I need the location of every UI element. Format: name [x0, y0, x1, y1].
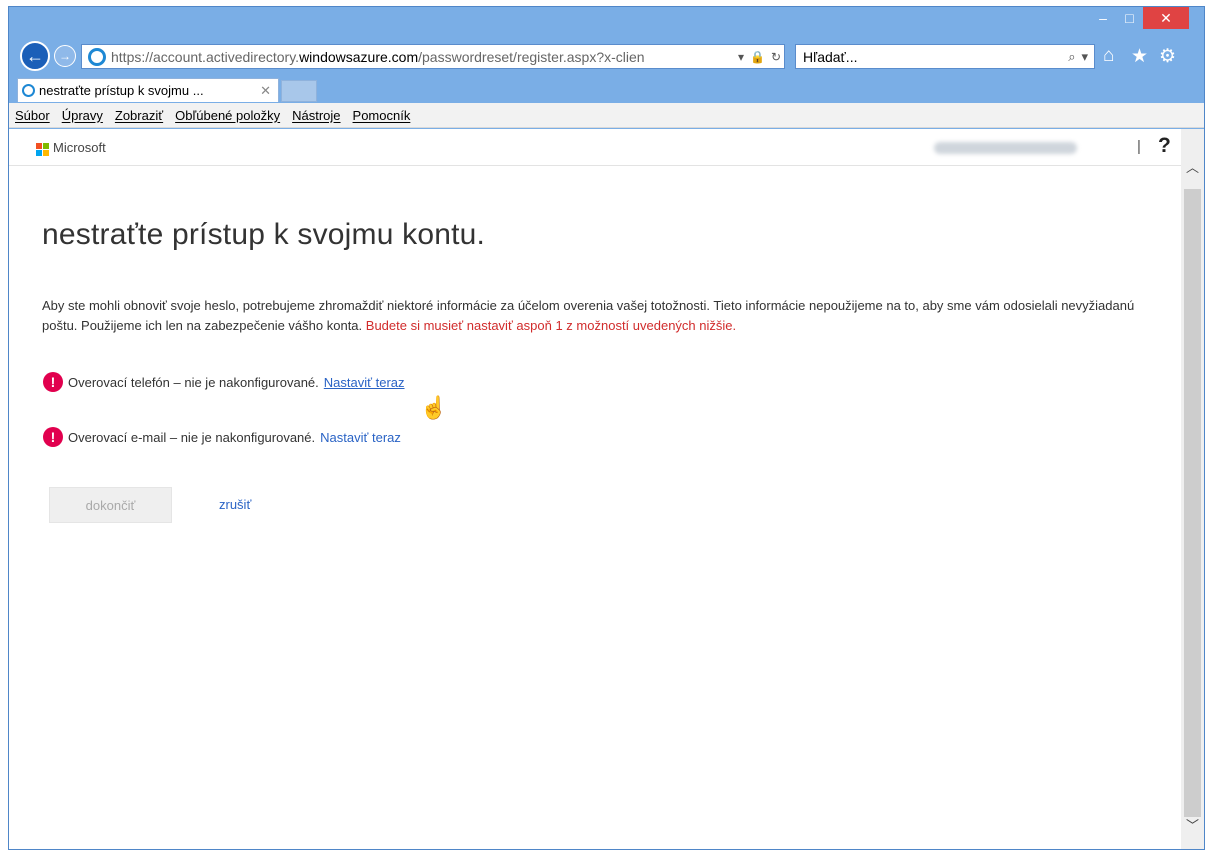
header-separator: | — [1137, 138, 1141, 155]
search-dropdown-icon[interactable]: ▾ — [1081, 49, 1094, 65]
microsoft-logo-icon — [36, 143, 49, 156]
browser-window: – □ ✕ ← → https://account.activedirector… — [8, 6, 1205, 850]
setup-email-link[interactable]: Nastaviť teraz — [320, 430, 401, 445]
verification-phone-row: ! Overovací telefón – nie je nakonfiguro… — [43, 372, 405, 392]
menu-item-help[interactable]: Pomocník — [347, 108, 417, 123]
warning-text: Budete si musieť nastaviť aspoň 1 z možn… — [365, 318, 737, 333]
alert-exclamation-icon: ! — [43, 372, 63, 392]
tab-title: nestraťte prístup k svojmu ... — [39, 83, 204, 98]
help-icon[interactable]: ? — [1158, 134, 1171, 158]
page-viewport: Microsoft | ? nestraťte prístup k svojmu… — [9, 129, 1204, 849]
close-tab-icon[interactable]: ✕ — [260, 83, 278, 99]
back-button[interactable]: ← — [20, 41, 50, 71]
minimize-button[interactable]: – — [1090, 7, 1116, 29]
maximize-button[interactable]: □ — [1116, 7, 1143, 29]
arrow-right-icon: → — [59, 49, 71, 63]
internet-explorer-icon — [88, 47, 106, 66]
scroll-up-arrow-icon[interactable]: ︿ — [1181, 157, 1204, 175]
menu-item-edit[interactable]: Úpravy — [56, 108, 109, 123]
alert-exclamation-icon: ! — [43, 427, 63, 447]
address-bar[interactable]: https://account.activedirectory.windowsa… — [81, 44, 785, 69]
menu-item-view[interactable]: Zobraziť — [109, 108, 169, 123]
browser-tab[interactable]: nestraťte prístup k svojmu ... ✕ — [17, 78, 279, 102]
address-dropdown-icon[interactable]: ▾ — [735, 50, 747, 64]
search-icon[interactable]: ⌕ — [1068, 49, 1081, 65]
desktop-background: – □ ✕ ← → https://account.activedirector… — [0, 0, 1209, 853]
scrollbar-thumb[interactable] — [1184, 189, 1201, 817]
forward-button[interactable]: → — [54, 45, 76, 67]
scroll-down-arrow-icon[interactable]: ﹀ — [1181, 815, 1204, 833]
cancel-link[interactable]: zrušiť — [219, 497, 251, 512]
setup-phone-link[interactable]: Nastaviť teraz — [324, 375, 405, 390]
menu-item-favorites[interactable]: Obľúbené položky — [169, 108, 286, 123]
lock-icon[interactable]: 🔒 — [747, 50, 768, 64]
arrow-left-icon: ← — [26, 45, 44, 66]
home-icon[interactable]: ⌂ — [1103, 45, 1114, 67]
user-email-redacted[interactable] — [934, 142, 1077, 154]
page-title: nestraťte prístup k svojmu kontu. — [42, 218, 486, 251]
finish-button[interactable]: dokončiť — [49, 487, 172, 523]
address-url[interactable]: https://account.activedirectory.windowsa… — [111, 49, 735, 65]
hand-cursor-icon: ☝ — [420, 395, 448, 420]
menu-item-tools[interactable]: Nástroje — [286, 108, 346, 123]
internet-explorer-icon — [22, 84, 35, 97]
verification-phone-status: Overovací telefón – nie je nakonfigurova… — [68, 374, 319, 390]
menu-bar: Súbor Úpravy Zobraziť Obľúbené položky N… — [9, 103, 1204, 128]
favorites-star-icon[interactable]: ★ — [1131, 45, 1148, 68]
microsoft-header: Microsoft | ? — [9, 129, 1181, 166]
vertical-scrollbar[interactable]: ︿ ﹀ — [1181, 129, 1204, 849]
microsoft-brand: Microsoft — [53, 140, 106, 155]
verification-email-row: ! Overovací e-mail – nie je nakonfigurov… — [43, 427, 401, 447]
tools-gear-icon[interactable]: ⚙ — [1159, 45, 1176, 68]
search-box[interactable]: Hľadať... ⌕ ▾ — [795, 44, 1095, 69]
new-tab-button[interactable] — [281, 80, 317, 102]
description-text: Aby ste mohli obnoviť svoje heslo, potre… — [42, 298, 1135, 333]
verification-email-status: Overovací e-mail – nie je nakonfigurovan… — [68, 429, 316, 445]
search-input[interactable]: Hľadať... — [803, 49, 1068, 65]
close-window-button[interactable]: ✕ — [1143, 7, 1189, 29]
refresh-icon[interactable]: ↻ — [768, 50, 784, 64]
menu-item-file[interactable]: Súbor — [9, 108, 56, 123]
